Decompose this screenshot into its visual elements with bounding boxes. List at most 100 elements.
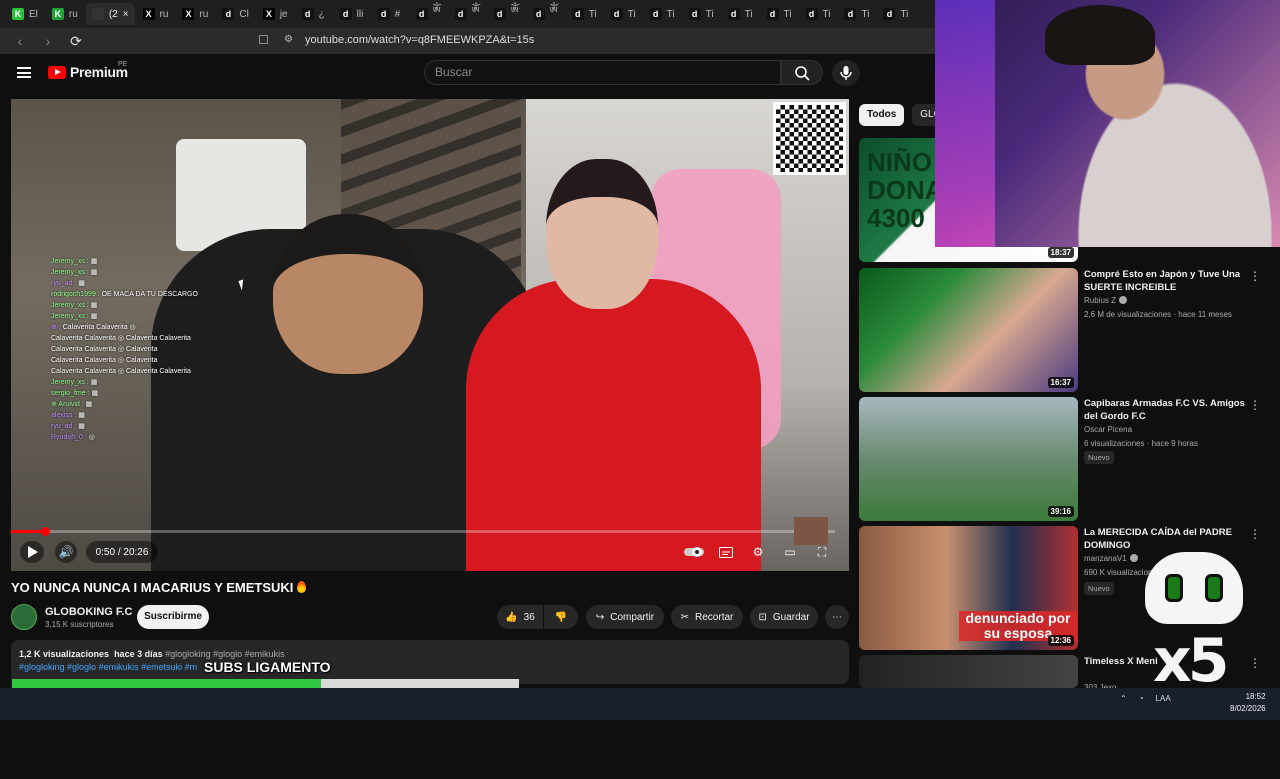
chat-message: Calaverita Calaverita ◎ Calaverita Calav… (51, 366, 231, 377)
browser-tab[interactable]: d Ti (877, 3, 914, 25)
dislike-button[interactable]: 👎 (544, 605, 578, 629)
chat-message: ryu_ad : ▦ (51, 278, 231, 289)
tab-label: Cl (239, 8, 249, 20)
close-tab-icon[interactable]: × (123, 9, 129, 20)
related-video-title[interactable]: Compré Esto en Japón y Tuve Una SUERTE I… (1084, 268, 1259, 294)
video-progress-track[interactable] (11, 530, 835, 533)
browser-tab[interactable]: d Cl (216, 3, 254, 25)
browser-tab[interactable]: Kru (46, 3, 84, 25)
youtube-logo[interactable]: Premium PE (48, 61, 128, 80)
menu-icon[interactable] (17, 67, 31, 78)
clip-button[interactable]: ✂ Recortar (671, 605, 743, 629)
tab-favicon-icon: d (610, 8, 623, 20)
voice-search-button[interactable] (832, 60, 860, 86)
tab-label: Ti (783, 8, 792, 20)
tab-label: ༀ (549, 6, 558, 17)
tab-favicon-icon: K (12, 8, 24, 20)
browser-tab[interactable]: Xru (176, 3, 214, 25)
chat-text: ▦ (90, 379, 98, 386)
video-time: 0:50 / 20:26 (86, 541, 158, 563)
video-progress-scrubber[interactable] (40, 527, 50, 536)
taskbar-clock[interactable]: 18:52 8/02/2026 (1230, 691, 1266, 715)
like-button[interactable]: 👍 36 (497, 605, 543, 629)
site-info-icon[interactable]: ⚙ (284, 34, 293, 45)
url-text[interactable]: youtube.com/watch?v=q8FMEEWKPZA&t=15s (305, 34, 534, 46)
share-button[interactable]: ↪ Compartir (586, 605, 664, 629)
browser-tab[interactable]: d Ti (800, 3, 837, 25)
tab-label: (2 (108, 8, 118, 20)
related-video-channel[interactable]: manzanaV1 (1084, 554, 1138, 563)
autoplay-toggle-icon[interactable] (683, 541, 705, 563)
browser-tab[interactable]: d lli (334, 3, 370, 25)
tab-favicon-icon: d (571, 8, 584, 20)
video-thumbnail[interactable]: 39:16 (859, 397, 1078, 521)
volume-icon[interactable]: 🔊 (55, 541, 77, 563)
browser-tab[interactable]: d Ti (683, 3, 720, 25)
related-video-item[interactable]: 39:16 Capibaras Armadas F.C VS. Amigos de… (859, 397, 1279, 521)
more-vertical-icon[interactable]: ⋮ (1249, 270, 1261, 282)
related-video-channel[interactable]: Rubius Z (1084, 296, 1128, 305)
search-input[interactable]: Buscar (424, 60, 781, 85)
save-button[interactable]: ⊡ Guardar (750, 605, 818, 629)
subscribe-button[interactable]: Suscribirme (137, 605, 209, 629)
more-vertical-icon[interactable]: ⋮ (1249, 528, 1261, 540)
chat-message: Jeremy_xs : ▦ (51, 377, 231, 388)
related-video-title[interactable]: La MERECIDA CAÍDA del PADRE DOMINGO (1084, 526, 1259, 552)
browser-tab[interactable]: d Ti (644, 3, 681, 25)
video-thumbnail[interactable] (859, 655, 1078, 688)
browser-tab[interactable]: (2 × (85, 3, 135, 25)
browser-tab[interactable]: d # (372, 3, 408, 25)
browser-tab[interactable]: dༀ (449, 3, 486, 25)
subtitles-icon[interactable] (715, 541, 737, 563)
tray-chevron-icon[interactable]: ⌃ (1120, 694, 1127, 703)
chat-username: sergio_fme : (51, 390, 90, 397)
browser-tab-bar: K El Kru (2 × Xru Xru d Cl Xje d ¿ d lli d # d ༀ d ༀ d ༀ d ༀ d Ti… (0, 0, 935, 28)
related-video-item[interactable]: 16:37 Compré Esto en Japón y Tuve Una SUE… (859, 268, 1279, 392)
browser-tab[interactable]: d Ti (838, 3, 875, 25)
more-actions-button[interactable]: ⋯ (825, 605, 849, 629)
video-thumbnail[interactable]: denunciado por su esposa 12:36 (859, 526, 1078, 650)
description-tags[interactable]: #glogloking #gloglo #emikukis #emetsuki … (19, 661, 841, 674)
tab-favicon-icon: X (142, 8, 155, 20)
forward-icon[interactable]: › (40, 33, 56, 49)
related-video-meta: 6 visualizaciones · hace 9 horas (1084, 439, 1198, 448)
bookmark-icon[interactable]: ☐ (258, 33, 269, 47)
channel-name[interactable]: GLOBOKING F.C (45, 606, 132, 618)
browser-tab[interactable]: dༀ (410, 3, 447, 25)
browser-tab[interactable]: d Ti (566, 3, 603, 25)
chat-username: Jeremy_xs : (51, 313, 89, 320)
video-description[interactable]: 1,2 K visualizaciones hace 3 días #glogl… (11, 640, 849, 684)
browser-tab[interactable]: dༀ (527, 3, 564, 25)
chat-message: Ryudoh_0 : ◎ (51, 432, 231, 443)
browser-tab[interactable]: Xje (257, 3, 294, 25)
search-icon (795, 66, 810, 81)
browser-tab[interactable]: d Ti (761, 3, 798, 25)
settings-icon[interactable]: ⚙ (747, 541, 769, 563)
more-vertical-icon[interactable]: ⋮ (1249, 399, 1261, 411)
browser-tab[interactable]: dༀ (488, 3, 525, 25)
bookmark-icon: ⊡ (758, 611, 767, 623)
language-indicator[interactable]: LAA (1156, 694, 1171, 703)
more-horizontal-icon: ⋯ (832, 611, 842, 623)
back-icon[interactable]: ‹ (12, 33, 28, 49)
related-video-channel[interactable]: Oscar Picena (1084, 425, 1132, 434)
chat-message: Jeremy_xs : ▦ (51, 311, 231, 322)
play-button[interactable] (20, 541, 44, 563)
tab-label: El (29, 8, 38, 20)
video-thumbnail[interactable]: 16:37 (859, 268, 1078, 392)
related-video-title[interactable]: Capibaras Armadas F.C VS. Amigos del Gor… (1084, 397, 1259, 423)
browser-tab[interactable]: d Ti (722, 3, 759, 25)
video-player[interactable]: Jeremy_xs : ▦ Jeremy_xs : ▦ ryu_ad : ▦ rodr… (11, 99, 849, 571)
browser-tab[interactable]: Xru (137, 3, 175, 25)
channel-avatar[interactable] (11, 604, 37, 630)
browser-tab[interactable]: d Ti (605, 3, 642, 25)
scissors-icon: ✂ (680, 611, 690, 623)
more-vertical-icon[interactable]: ⋮ (1249, 657, 1261, 669)
browser-tab[interactable]: K El (6, 3, 44, 25)
reload-icon[interactable]: ⟳ (68, 33, 84, 49)
wifi-icon[interactable]: ◔ (1139, 694, 1144, 703)
browser-tab[interactable]: d ¿ (296, 3, 332, 25)
search-button[interactable] (781, 60, 823, 85)
chat-message: Jeremy_xs : ▦ (51, 267, 231, 278)
filter-chip[interactable]: Todos (859, 104, 905, 126)
